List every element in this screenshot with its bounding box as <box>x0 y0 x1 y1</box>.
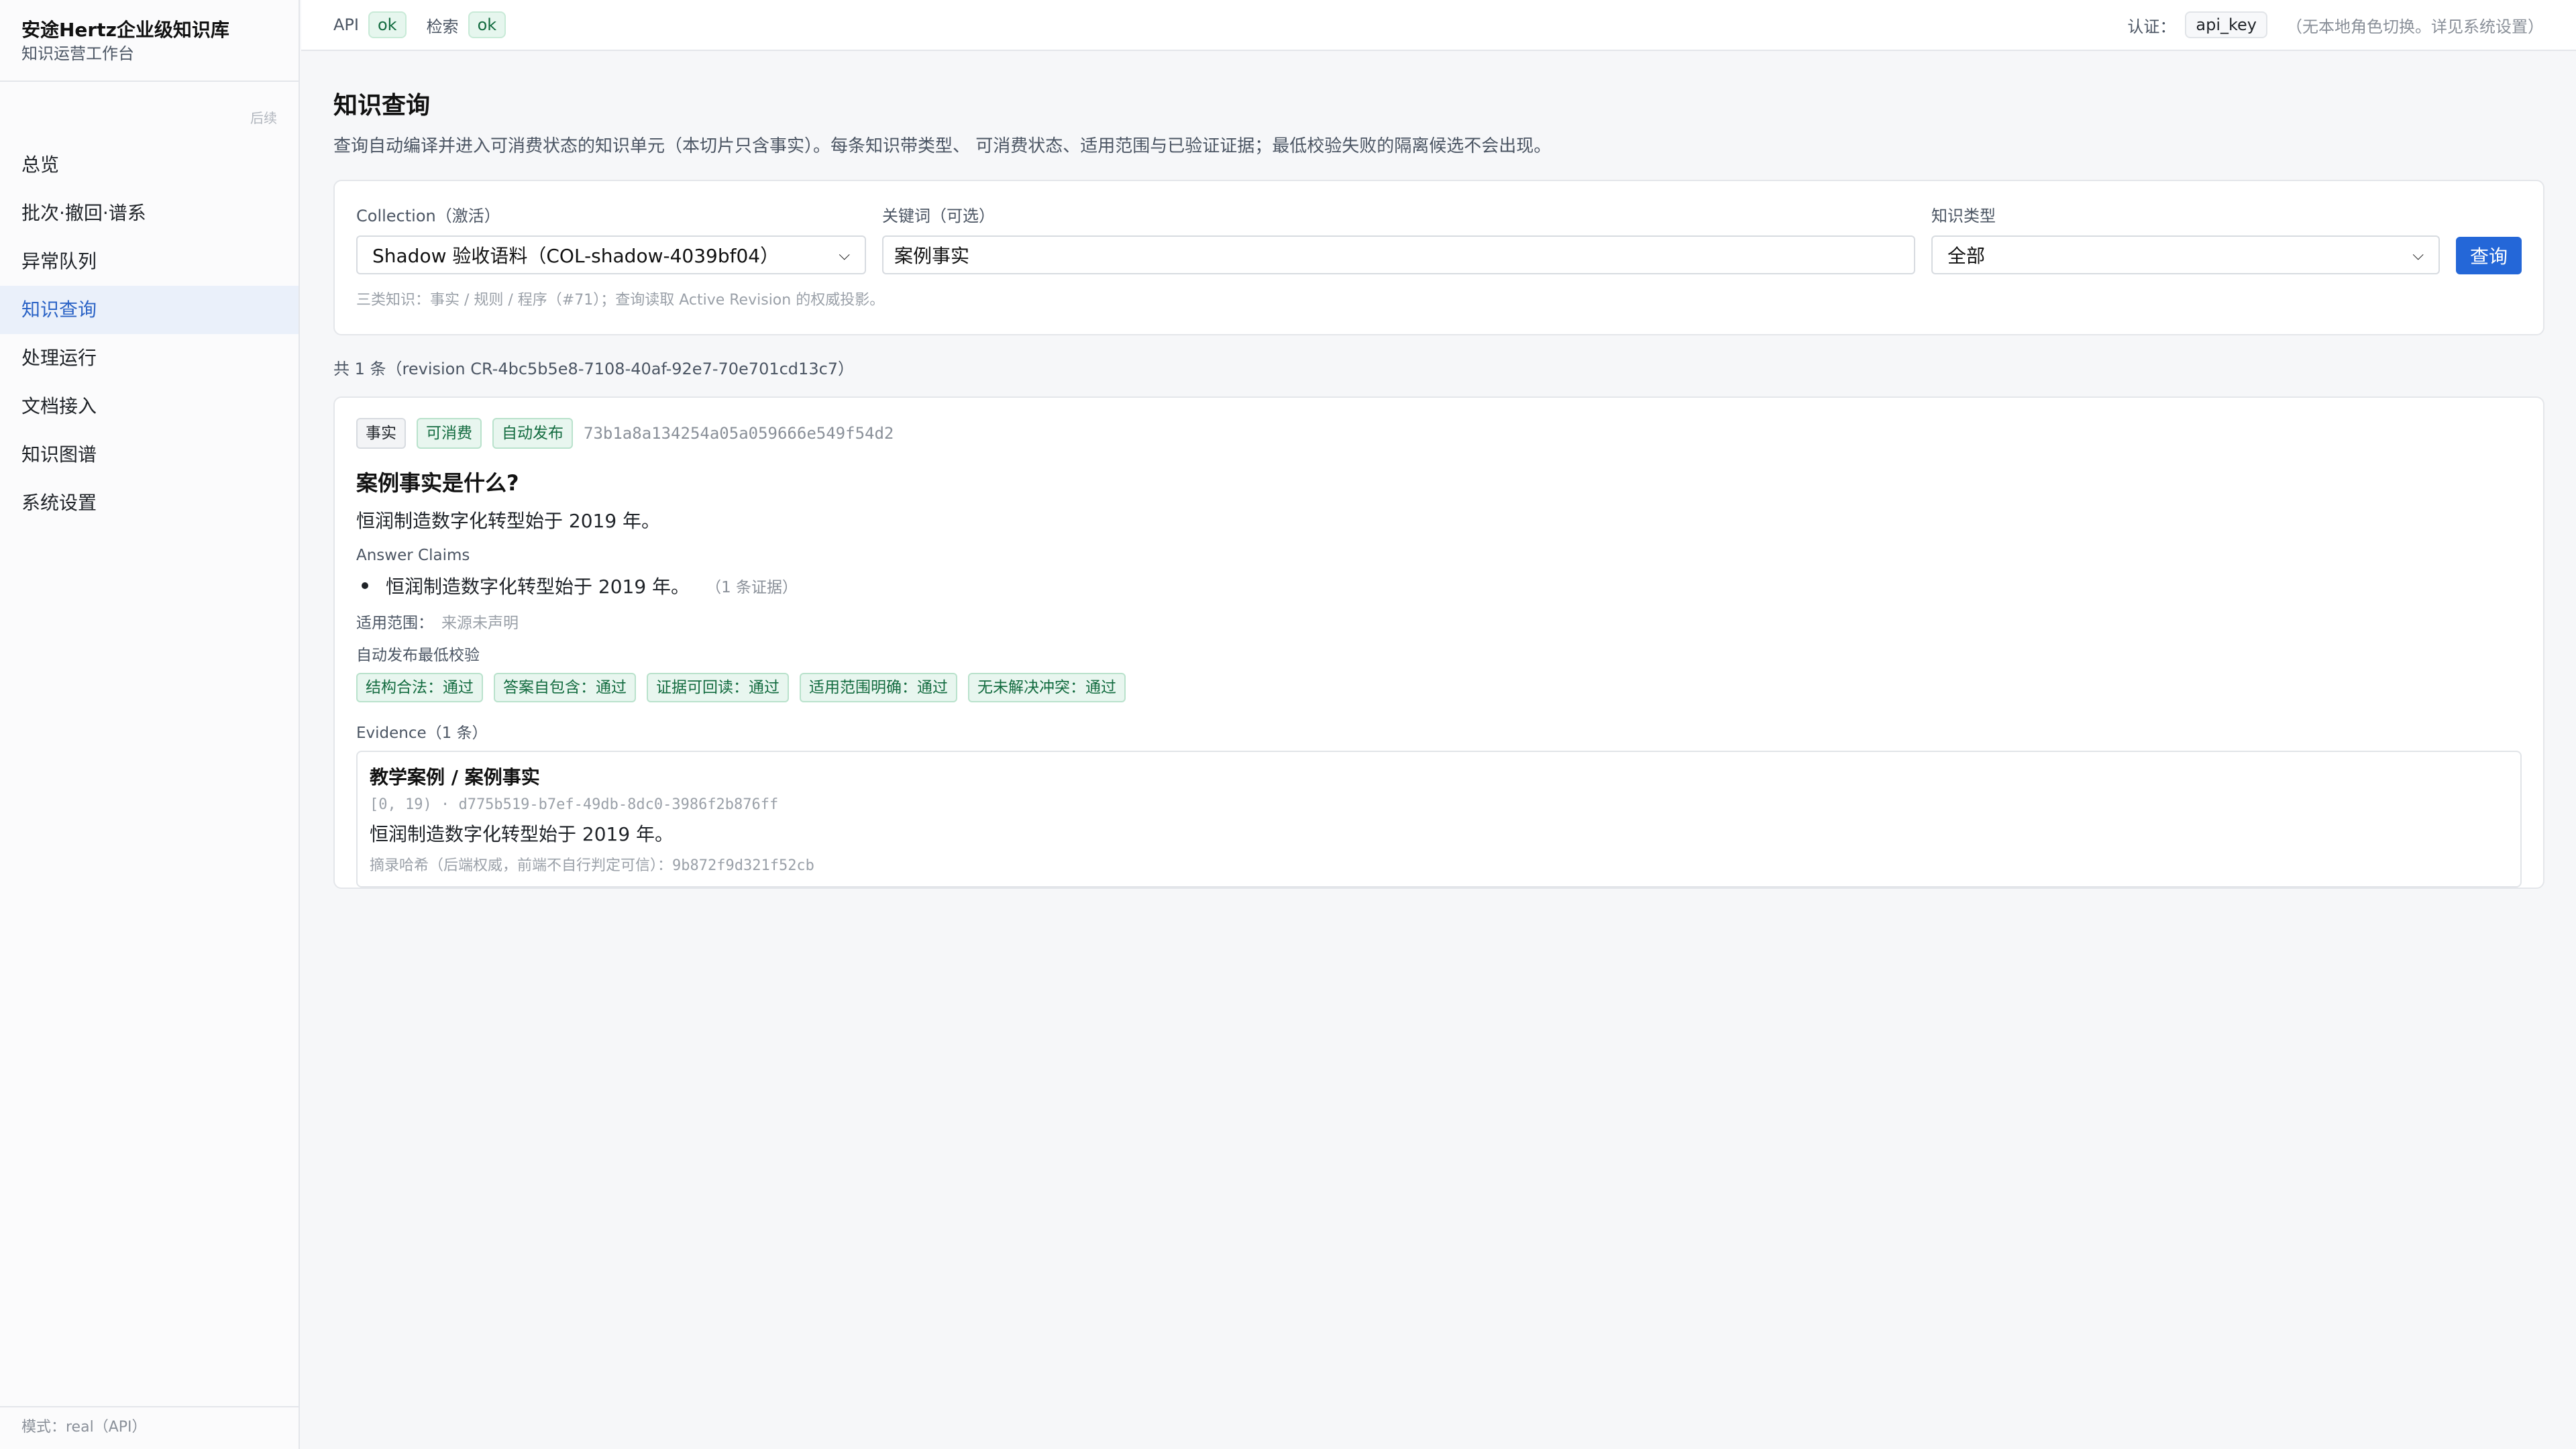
type-tag: 事实 <box>356 418 406 449</box>
checks-list: 结构合法：通过 答案自包含：通过 证据可回读：通过 适用范围明确：通过 无未解决… <box>356 673 2522 702</box>
sidebar-item-knowledge-query[interactable]: 知识查询 <box>0 286 299 334</box>
scope-line: 适用范围： 来源未声明 <box>356 610 2522 633</box>
answer-text: 恒润制造数字化转型始于 2019 年。 <box>356 510 661 532</box>
knowledge-result-card: 事实 可消费 自动发布 73b1a8a134254a05a059666e549f… <box>333 396 2544 889</box>
query-button[interactable]: 查询 <box>2456 237 2522 274</box>
auth-note: （无本地角色切换。详见系统设置） <box>2286 17 2544 36</box>
type-value: 全部 <box>1947 245 1986 267</box>
brand-subtitle: 知识运营工作台 <box>21 44 134 63</box>
collection-value: Shadow 验收语料（COL-shadow-4039bf04） <box>372 245 780 267</box>
unit-hash: 73b1a8a134254a05a059666e549f54d2 <box>584 424 894 443</box>
type-label: 知识类型 <box>1931 207 1996 225</box>
api-label: API <box>333 15 359 34</box>
sidebar-nav: 总览 批次·撤回·谱系 异常队列 知识查询 处理运行 文档接入 知识图谱 系统设… <box>0 141 299 527</box>
search-status-badge: ok <box>468 11 506 38</box>
bullet-icon <box>362 582 368 589</box>
auto-publish-tag: 自动发布 <box>492 418 573 449</box>
auth-mode-badge: api_key <box>2185 11 2267 38</box>
sidebar-item-batches[interactable]: 批次·撤回·谱系 <box>0 189 299 237</box>
evidence-digest: 摘录哈希（后端权威，前端不自行判定可信）：9b872f9d321f52cb <box>370 857 814 874</box>
sidebar-item-exceptions[interactable]: 异常队列 <box>0 237 299 286</box>
checks-label: 自动发布最低校验 <box>356 647 480 664</box>
page-description: 查询自动编译并进入可消费状态的知识单元（本切片只含事实）。每条知识带类型、 可消… <box>333 136 1552 156</box>
sidebar-item-overview[interactable]: 总览 <box>0 141 299 189</box>
result-tags: 事实 可消费 自动发布 73b1a8a134254a05a059666e549f… <box>356 418 2522 449</box>
knowledge-type-select[interactable]: 全部 ⌵ <box>1931 235 2440 274</box>
evidence-title: 教学案例 / 案例事实 <box>370 766 540 788</box>
keyword-label: 关键词（可选） <box>882 207 995 225</box>
claims-label: Answer Claims <box>356 547 470 564</box>
query-filter-card: Collection（激活） Shadow 验收语料（COL-shadow-40… <box>333 180 2544 335</box>
result-count: 共 1 条（revision CR-4bc5b5e8-7108-40af-92e… <box>333 360 855 378</box>
collection-label: Collection（激活） <box>356 207 500 225</box>
keyword-input[interactable]: 案例事实 <box>882 235 1915 274</box>
evidence-span: [0, 19) · d775b519-b7ef-49db-8dc0-3986f2… <box>370 796 779 813</box>
sidebar-item-settings[interactable]: 系统设置 <box>0 479 299 527</box>
mode-indicator: 模式：real（API） <box>0 1406 299 1449</box>
sidebar-item-ingest[interactable]: 文档接入 <box>0 382 299 431</box>
brand: 安途Hertz企业级知识库 知识运营工作台 <box>0 0 299 82</box>
sidebar-item-graph[interactable]: 知识图谱 <box>0 431 299 479</box>
claim-item: 恒润制造数字化转型始于 2019 年。 （1 条证据） <box>356 572 2522 599</box>
evidence-text: 恒润制造数字化转型始于 2019 年。 <box>370 823 674 845</box>
sidebar: 安途Hertz企业级知识库 知识运营工作台 后续 总览 批次·撤回·谱系 异常队… <box>0 0 300 1449</box>
check-badge: 适用范围明确：通过 <box>800 673 957 702</box>
claim-text: 恒润制造数字化转型始于 2019 年。 <box>386 576 690 598</box>
auth-label: 认证： <box>2127 17 2176 36</box>
chevron-down-icon: ⌵ <box>839 246 850 264</box>
evidence-label: Evidence（1 条） <box>356 724 488 742</box>
consumable-tag: 可消费 <box>417 418 482 449</box>
search-label: 检索 <box>426 17 459 36</box>
check-badge: 无未解决冲突：通过 <box>968 673 1126 702</box>
page-title: 知识查询 <box>333 92 431 119</box>
question-title: 案例事实是什么? <box>356 470 519 496</box>
scope-label: 适用范围： <box>356 614 433 632</box>
keyword-value: 案例事实 <box>894 245 970 267</box>
claim-evidence-count: （1 条证据） <box>706 579 798 596</box>
check-badge: 证据可回读：通过 <box>647 673 789 702</box>
check-badge: 答案自包含：通过 <box>494 673 636 702</box>
check-badge: 结构合法：通过 <box>356 673 483 702</box>
chevron-down-icon: ⌵ <box>2412 246 2424 264</box>
api-status-badge: ok <box>368 11 407 38</box>
evidence-box: 教学案例 / 案例事实 [0, 19) · d775b519-b7ef-49db… <box>356 751 2522 888</box>
sidebar-item-processing[interactable]: 处理运行 <box>0 334 299 382</box>
filter-hint: 三类知识：事实 / 规则 / 程序（#71）；查询读取 Active Revis… <box>356 292 885 309</box>
topbar: API ok 检索 ok 认证： api_key （无本地角色切换。详见系统设置… <box>301 0 2576 51</box>
collection-select[interactable]: Shadow 验收语料（COL-shadow-4039bf04） ⌵ <box>356 235 866 274</box>
brand-title: 安途Hertz企业级知识库 <box>21 19 229 41</box>
main-content: 知识查询 查询自动编译并进入可消费状态的知识单元（本切片只含事实）。每条知识带类… <box>333 51 2544 889</box>
scope-value: 来源未声明 <box>441 614 519 632</box>
sidebar-collapse-button[interactable]: 后续 <box>250 107 277 127</box>
